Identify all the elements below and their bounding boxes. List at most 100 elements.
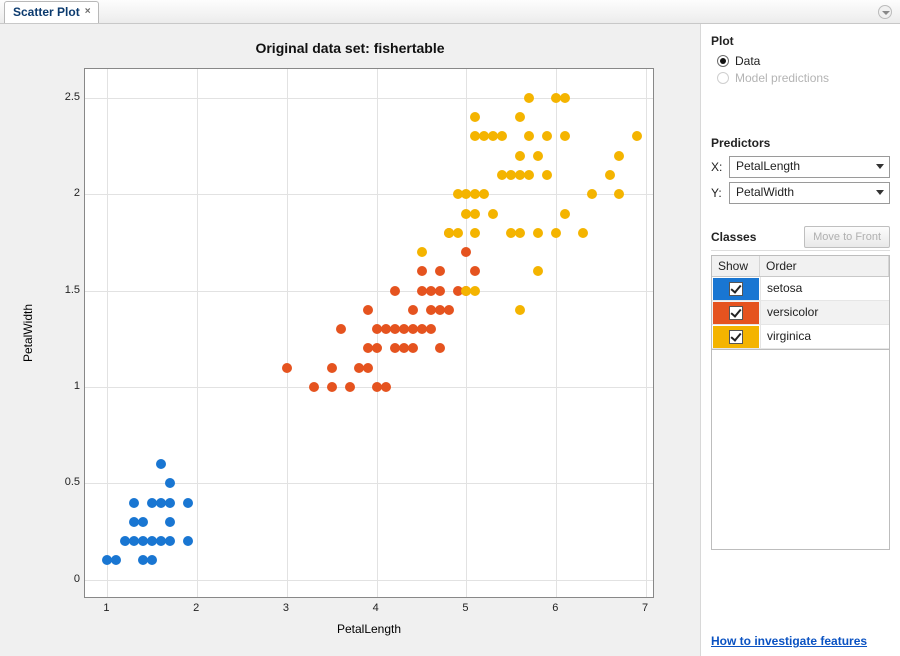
data-point[interactable] — [470, 209, 480, 219]
tab-scatter-plot[interactable]: Scatter Plot × — [4, 1, 99, 23]
data-point[interactable] — [578, 228, 588, 238]
x-tick: 6 — [552, 602, 558, 614]
y-label: Y: — [711, 186, 729, 200]
data-point[interactable] — [417, 266, 427, 276]
class-row[interactable]: virginica — [712, 325, 889, 349]
data-point[interactable] — [515, 112, 525, 122]
radio-data-label: Data — [735, 54, 760, 68]
data-point[interactable] — [426, 324, 436, 334]
radio-data[interactable]: Data — [717, 54, 890, 68]
data-point[interactable] — [470, 286, 480, 296]
data-point[interactable] — [336, 324, 346, 334]
data-point[interactable] — [345, 382, 355, 392]
y-predictor-select[interactable]: PetalWidth — [729, 182, 890, 204]
x-tick: 1 — [103, 602, 109, 614]
data-point[interactable] — [560, 93, 570, 103]
class-row[interactable]: setosa — [712, 277, 889, 301]
tab-label: Scatter Plot — [13, 5, 80, 19]
data-point[interactable] — [542, 170, 552, 180]
data-point[interactable] — [408, 305, 418, 315]
data-point[interactable] — [470, 228, 480, 238]
data-point[interactable] — [605, 170, 615, 180]
data-point[interactable] — [497, 131, 507, 141]
data-point[interactable] — [515, 305, 525, 315]
data-point[interactable] — [363, 305, 373, 315]
col-order-header[interactable]: Order — [760, 256, 889, 276]
data-point[interactable] — [533, 266, 543, 276]
checkbox-icon[interactable] — [729, 282, 743, 296]
data-point[interactable] — [560, 209, 570, 219]
data-point[interactable] — [165, 498, 175, 508]
data-point[interactable] — [183, 536, 193, 546]
plot-area[interactable] — [84, 68, 654, 598]
data-point[interactable] — [165, 478, 175, 488]
data-point[interactable] — [453, 228, 463, 238]
data-point[interactable] — [479, 189, 489, 199]
help-link[interactable]: How to investigate features — [711, 634, 867, 648]
data-point[interactable] — [165, 517, 175, 527]
x-label: X: — [711, 160, 729, 174]
data-point[interactable] — [614, 151, 624, 161]
dropdown-icon[interactable] — [878, 5, 892, 19]
data-point[interactable] — [470, 266, 480, 276]
data-point[interactable] — [129, 498, 139, 508]
data-point[interactable] — [435, 286, 445, 296]
checkbox-icon[interactable] — [729, 330, 743, 344]
data-point[interactable] — [435, 343, 445, 353]
data-point[interactable] — [390, 286, 400, 296]
radio-icon — [717, 55, 729, 67]
x-predictor-row: X: PetalLength — [711, 156, 890, 178]
data-point[interactable] — [524, 93, 534, 103]
data-point[interactable] — [165, 536, 175, 546]
data-point[interactable] — [444, 305, 454, 315]
data-point[interactable] — [327, 363, 337, 373]
data-point[interactable] — [587, 189, 597, 199]
data-point[interactable] — [111, 555, 121, 565]
data-point[interactable] — [632, 131, 642, 141]
data-point[interactable] — [614, 189, 624, 199]
data-point[interactable] — [156, 459, 166, 469]
scatter-chart: Original data set: fishertable PetalLeng… — [6, 34, 694, 650]
move-to-front-button[interactable]: Move to Front — [804, 226, 890, 248]
data-point[interactable] — [147, 555, 157, 565]
y-predictor-value: PetalWidth — [736, 185, 794, 199]
data-point[interactable] — [551, 228, 561, 238]
classes-title: Classes — [711, 230, 756, 244]
data-point[interactable] — [327, 382, 337, 392]
tab-bar: Scatter Plot × — [0, 0, 900, 24]
data-point[interactable] — [524, 131, 534, 141]
data-point[interactable] — [399, 343, 409, 353]
data-point[interactable] — [542, 131, 552, 141]
close-icon[interactable]: × — [82, 6, 94, 18]
data-point[interactable] — [381, 382, 391, 392]
x-predictor-select[interactable]: PetalLength — [729, 156, 890, 178]
data-point[interactable] — [515, 151, 525, 161]
y-tick: 2.5 — [54, 91, 80, 103]
data-point[interactable] — [408, 343, 418, 353]
class-row[interactable]: versicolor — [712, 301, 889, 325]
classes-table: Show Order setosaversicolorvirginica — [711, 255, 890, 350]
data-point[interactable] — [461, 247, 471, 257]
data-point[interactable] — [363, 363, 373, 373]
data-point[interactable] — [309, 382, 319, 392]
data-point[interactable] — [183, 498, 193, 508]
data-point[interactable] — [372, 343, 382, 353]
data-point[interactable] — [524, 170, 534, 180]
predictors-title: Predictors — [711, 136, 890, 150]
data-point[interactable] — [417, 247, 427, 257]
data-point[interactable] — [533, 228, 543, 238]
col-show-header[interactable]: Show — [712, 256, 760, 276]
data-point[interactable] — [138, 517, 148, 527]
data-point[interactable] — [515, 228, 525, 238]
class-name: virginica — [760, 325, 889, 348]
data-point[interactable] — [282, 363, 292, 373]
data-point[interactable] — [470, 112, 480, 122]
data-point[interactable] — [435, 266, 445, 276]
data-point[interactable] — [560, 131, 570, 141]
radio-icon — [717, 72, 729, 84]
checkbox-icon[interactable] — [729, 306, 743, 320]
y-axis-label: PetalWidth — [20, 68, 36, 598]
classes-table-head: Show Order — [712, 256, 889, 277]
data-point[interactable] — [533, 151, 543, 161]
data-point[interactable] — [488, 209, 498, 219]
